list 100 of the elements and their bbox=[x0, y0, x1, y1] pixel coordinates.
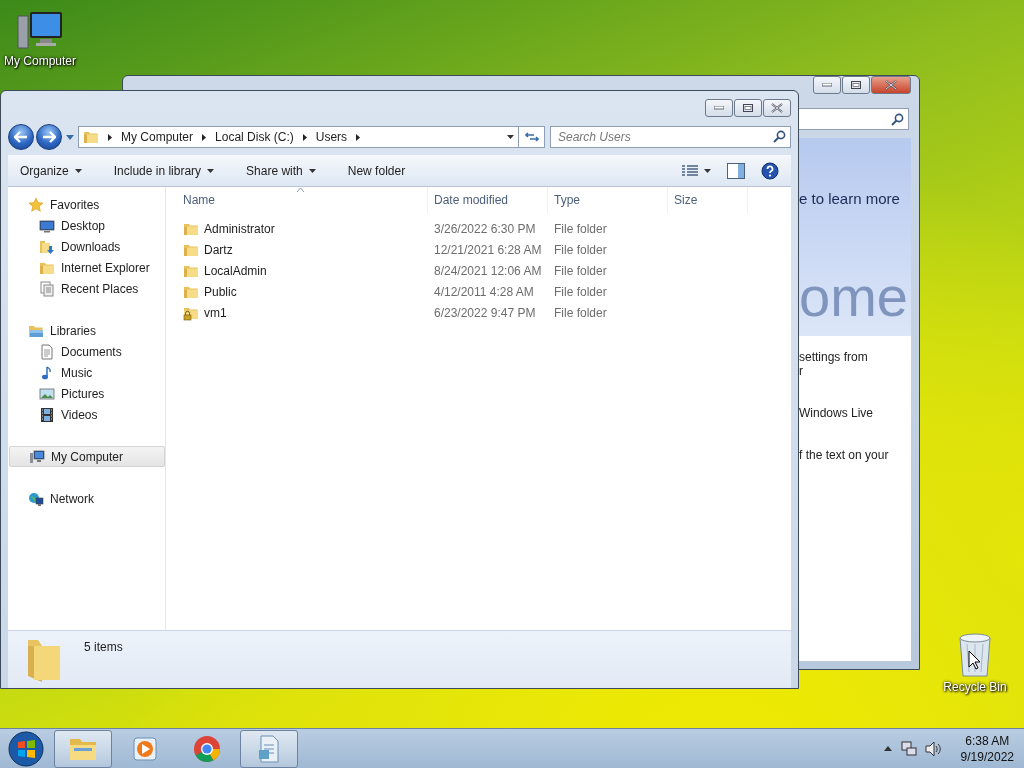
browser-icon bbox=[193, 734, 221, 763]
maximize-button[interactable] bbox=[734, 99, 762, 117]
type-cell-text: File folder bbox=[553, 284, 608, 299]
file-name[interactable]: Administrator bbox=[204, 221, 275, 236]
type-cell-text: File folder bbox=[553, 305, 608, 320]
icon-label: Recycle Bin bbox=[943, 680, 1007, 694]
file-name[interactable]: vm1 bbox=[204, 305, 227, 320]
computer-icon bbox=[29, 448, 45, 465]
folder-icon bbox=[83, 129, 99, 145]
nav-item[interactable]: Favorites bbox=[8, 194, 165, 215]
forward-arrow-icon bbox=[42, 131, 56, 143]
globe-icon bbox=[28, 490, 44, 507]
nav-item[interactable]: Libraries bbox=[8, 320, 165, 341]
type-cell-text: File folder bbox=[553, 242, 608, 257]
document-icon bbox=[256, 734, 282, 763]
breadcrumb-link[interactable]: My Computer bbox=[121, 130, 194, 144]
document-icon bbox=[39, 343, 55, 360]
date-cell-text: 4/12/2011 4:28 AM bbox=[433, 284, 535, 299]
start-button[interactable] bbox=[6, 729, 46, 768]
column-header[interactable]: Type bbox=[548, 187, 668, 213]
date-cell-text: 12/21/2021 6:28 AM bbox=[433, 242, 543, 257]
body-text: r bbox=[799, 364, 804, 378]
chevron-icon bbox=[302, 133, 307, 141]
date-cell-text: 8/24/2021 12:06 AM bbox=[433, 263, 543, 278]
time-text: 6:38 AM bbox=[965, 732, 1010, 749]
banner-text: ome bbox=[799, 269, 908, 325]
minimize-button[interactable] bbox=[813, 76, 841, 94]
date-text: 9/19/2022 bbox=[960, 748, 1014, 765]
minimize-icon bbox=[822, 83, 832, 87]
icon-label: My Computer bbox=[4, 54, 76, 68]
chevron-icon bbox=[108, 133, 112, 141]
back-button[interactable] bbox=[8, 124, 34, 150]
file-name[interactable]: LocalAdmin bbox=[204, 263, 267, 278]
nav-item[interactable]: Documents bbox=[8, 341, 165, 362]
close-icon bbox=[771, 103, 783, 113]
film-icon bbox=[39, 406, 55, 423]
forward-button[interactable] bbox=[36, 124, 62, 150]
nav-item[interactable]: Network bbox=[8, 488, 165, 509]
list-view-icon bbox=[682, 164, 698, 177]
toolbar-button[interactable]: Include in library bbox=[107, 158, 221, 183]
column-header[interactable]: Name bbox=[166, 187, 428, 213]
taskbar-button[interactable] bbox=[54, 729, 112, 768]
file-name[interactable]: Public bbox=[204, 284, 237, 299]
document-stack-icon bbox=[39, 280, 55, 297]
nav-item[interactable]: Music bbox=[8, 362, 165, 383]
nav-item[interactable]: Desktop bbox=[8, 215, 165, 236]
refresh-button[interactable] bbox=[519, 126, 545, 148]
body-text: settings from bbox=[799, 350, 869, 364]
monitor-icon bbox=[39, 217, 55, 234]
caret-icon bbox=[883, 746, 892, 751]
close-button[interactable] bbox=[763, 99, 791, 117]
toolbar-button[interactable]: New folder bbox=[341, 158, 412, 183]
search-icon bbox=[891, 112, 904, 126]
star-icon bbox=[28, 196, 44, 213]
link-text: e to learn more bbox=[799, 190, 901, 207]
computer-icon[interactable] bbox=[16, 10, 64, 52]
search-field[interactable]: Search Users bbox=[550, 126, 791, 148]
maximize-button[interactable] bbox=[842, 76, 870, 94]
caret-icon bbox=[66, 134, 74, 140]
speaker-icon[interactable] bbox=[924, 740, 943, 757]
file-name[interactable]: Dartz bbox=[204, 242, 233, 257]
nav-item[interactable]: Recent Places bbox=[8, 278, 165, 299]
panel-icon bbox=[727, 162, 745, 179]
play-icon bbox=[131, 735, 159, 762]
breadcrumb-link[interactable]: Local Disk (C:) bbox=[215, 130, 294, 144]
refresh-icon bbox=[524, 131, 539, 143]
mouse-pointer-icon bbox=[968, 650, 981, 670]
windows-logo-icon bbox=[8, 730, 44, 767]
search-icon bbox=[773, 130, 786, 143]
nav-item[interactable]: Downloads bbox=[8, 236, 165, 257]
caret-icon bbox=[704, 168, 711, 173]
clock[interactable]: 6:38 AM 9/19/2022 bbox=[960, 732, 1014, 765]
toolbar-button[interactable]: Organize bbox=[14, 158, 88, 183]
minimize-button[interactable] bbox=[705, 99, 733, 117]
toolbar-button[interactable]: Share with bbox=[240, 158, 322, 183]
breadcrumb-link[interactable]: Users bbox=[315, 130, 348, 144]
nav-item[interactable]: Videos bbox=[8, 404, 165, 425]
column-header[interactable]: Size bbox=[668, 187, 748, 213]
body-text: Windows Live bbox=[799, 406, 875, 420]
folder-arrow-icon bbox=[39, 238, 55, 255]
chevron-icon bbox=[356, 133, 361, 141]
help-icon bbox=[761, 161, 779, 180]
column-header[interactable]: Date modified bbox=[428, 187, 548, 213]
date-cell-text: 6/23/2022 9:47 PM bbox=[433, 305, 537, 320]
item-count: 5 items bbox=[84, 640, 123, 654]
maximize-icon bbox=[743, 104, 753, 112]
taskbar-button[interactable] bbox=[240, 729, 298, 768]
chevron-icon bbox=[202, 133, 207, 141]
address-bar[interactable]: My Computer Local Disk (C:) Users bbox=[78, 126, 519, 148]
network-icon[interactable] bbox=[900, 740, 917, 757]
type-cell-text: File folder bbox=[553, 221, 608, 236]
show-hidden-icons-button[interactable] bbox=[882, 745, 893, 752]
nav-item[interactable]: My Computer bbox=[9, 446, 165, 467]
close-icon bbox=[885, 80, 897, 90]
image-icon bbox=[39, 385, 55, 402]
date-cell-text: 3/26/2022 6:30 PM bbox=[433, 221, 537, 236]
type-cell-text: File folder bbox=[553, 263, 608, 278]
minimize-icon bbox=[714, 106, 724, 110]
nav-item[interactable]: Pictures bbox=[8, 383, 165, 404]
nav-item[interactable]: Internet Explorer bbox=[8, 257, 165, 278]
